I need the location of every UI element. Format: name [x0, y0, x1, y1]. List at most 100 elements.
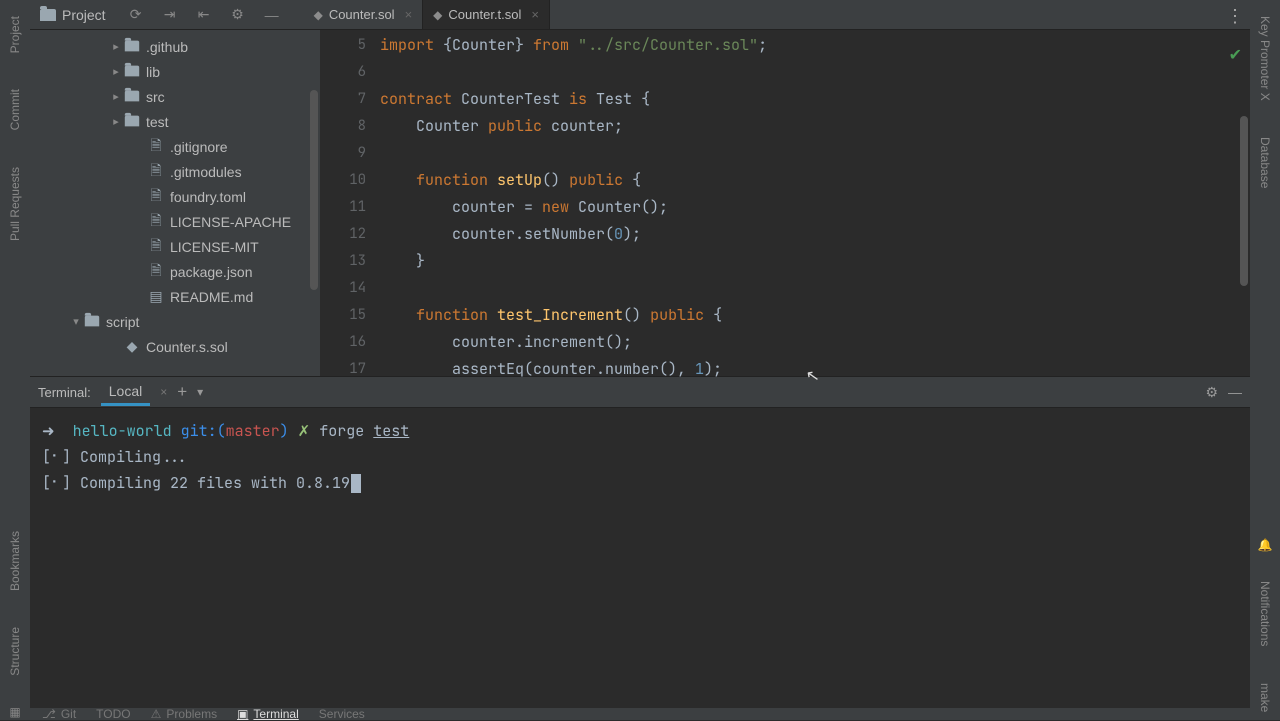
bottom-todo[interactable]: TODO — [96, 707, 130, 721]
code-line[interactable]: import {Counter} from "../src/Counter.so… — [380, 32, 1250, 59]
folder-icon — [124, 114, 140, 130]
code-line[interactable]: counter = new Counter(); — [380, 194, 1250, 221]
close-icon[interactable]: × — [405, 7, 413, 22]
code-line[interactable] — [380, 275, 1250, 302]
gear-icon[interactable]: ⚙ — [1205, 384, 1218, 401]
rail-make[interactable]: make — [1258, 675, 1272, 720]
rail-project[interactable]: Project — [8, 8, 22, 61]
rail-notifications[interactable]: Notifications — [1258, 573, 1272, 654]
tree-item[interactable]: ▤README.md — [30, 284, 320, 309]
code-line[interactable] — [380, 59, 1250, 86]
tree-item-label: README.md — [170, 289, 253, 305]
code-line[interactable]: counter.increment(); — [380, 329, 1250, 356]
tree-item[interactable]: 🗎LICENSE-MIT — [30, 234, 320, 259]
line-number: 6 — [320, 59, 366, 86]
folder-icon — [84, 314, 100, 330]
tree-item[interactable]: 🗎.gitignore — [30, 134, 320, 159]
bottom-git[interactable]: ⎇Git — [42, 707, 76, 721]
terminal-line: [⠂] Compiling... — [42, 447, 188, 467]
line-number: 8 — [320, 113, 366, 140]
chevron-icon[interactable]: ▸ — [110, 65, 122, 78]
collapse-icon[interactable]: ⇤ — [194, 5, 214, 25]
rail-structure[interactable]: Structure — [8, 619, 22, 684]
notifications-icon[interactable]: 🔔 — [1257, 537, 1273, 553]
editor-scrollbar-thumb[interactable] — [1240, 116, 1248, 286]
chevron-icon[interactable]: ▸ — [110, 115, 122, 128]
code-line[interactable]: function test_Increment() public { — [380, 302, 1250, 329]
tree-item[interactable]: ▸ .github — [30, 34, 320, 59]
right-tool-rail: Key Promoter X Database 🔔 Notifications … — [1250, 0, 1280, 720]
tab-counter-sol[interactable]: ◆ Counter.sol × — [304, 0, 424, 29]
rail-commit[interactable]: Commit — [8, 81, 22, 138]
sync-icon[interactable]: ⟳ — [126, 5, 146, 25]
minimize-icon[interactable]: — — [1228, 384, 1242, 400]
tree-item[interactable]: ▸lib — [30, 59, 320, 84]
code-line[interactable]: Counter public counter; — [380, 113, 1250, 140]
code-area[interactable]: ✔ import {Counter} from "../src/Counter.… — [380, 30, 1250, 376]
chevron-icon[interactable]: ▾ — [70, 315, 82, 328]
file-icon: 🗎 — [148, 210, 164, 234]
bottom-terminal[interactable]: ▣Terminal — [237, 707, 299, 721]
tree-item[interactable]: 🗎 foundry.toml — [30, 184, 320, 209]
line-number: 12 — [320, 221, 366, 248]
line-number: 14 — [320, 275, 366, 302]
project-label: Project — [62, 7, 106, 23]
rail-key-promoter[interactable]: Key Promoter X — [1258, 8, 1272, 109]
line-number: 13 — [320, 248, 366, 275]
scrollbar-thumb[interactable] — [310, 90, 318, 290]
tree-item-label: .gitmodules — [170, 164, 242, 180]
code-line[interactable]: contract CounterTest is Test { — [380, 86, 1250, 113]
close-icon[interactable]: × — [531, 7, 539, 22]
settings-icon[interactable]: ⚙ — [228, 5, 248, 25]
code-line[interactable]: assertEq(counter.number(), 1); — [380, 356, 1250, 383]
rail-pull-requests[interactable]: Pull Requests — [8, 159, 22, 249]
tree-item-label: src — [146, 89, 165, 105]
project-selector[interactable]: Project — [30, 7, 116, 23]
bottom-services[interactable]: Services — [319, 707, 365, 721]
code-line[interactable]: counter.setNumber(0); — [380, 221, 1250, 248]
new-terminal-icon[interactable]: + — [177, 382, 187, 402]
terminal-command: forge — [319, 421, 373, 441]
analysis-ok-icon[interactable]: ✔ — [1229, 44, 1242, 65]
terminal-tab-local[interactable]: Local — [101, 379, 150, 406]
tree-item-label: .github — [146, 39, 188, 55]
chevron-icon[interactable]: ▸ — [110, 90, 122, 103]
tree-item-label: package.json — [170, 264, 253, 280]
tree-item-label: foundry.toml — [170, 189, 246, 205]
tree-item[interactable]: ▸test — [30, 109, 320, 134]
folder-icon — [124, 39, 140, 55]
tab-counter-t-sol[interactable]: ◆ Counter.t.sol × — [423, 0, 550, 29]
terminal[interactable]: ➜ hello-world git:(master) ✗ forge test … — [30, 408, 1250, 720]
close-icon[interactable]: × — [160, 385, 167, 399]
code-editor[interactable]: 567891011121314151617 ✔ import {Counter}… — [320, 30, 1250, 376]
tree-item[interactable]: 🗎package.json — [30, 259, 320, 284]
tree-item[interactable]: 🗎.gitmodules — [30, 159, 320, 184]
kebab-menu-icon[interactable]: ⋮ — [1226, 6, 1244, 27]
tree-item[interactable]: ▸ src — [30, 84, 320, 109]
line-number: 11 — [320, 194, 366, 221]
prompt-branch: master — [226, 421, 280, 441]
tree-item[interactable]: ▾script — [30, 309, 320, 334]
rail-database[interactable]: Database — [1258, 129, 1272, 196]
code-line[interactable]: } — [380, 248, 1250, 275]
bottom-tool-bar: ⎇Git TODO ⚠Problems ▣Terminal Services — [30, 708, 1250, 720]
chevron-down-icon[interactable]: ▾ — [197, 385, 203, 399]
expand-icon[interactable]: ⇥ — [160, 5, 180, 25]
hide-icon[interactable]: — — [262, 5, 282, 25]
line-number: 16 — [320, 329, 366, 356]
chevron-icon[interactable]: ▸ — [110, 40, 122, 53]
line-number: 7 — [320, 86, 366, 113]
tab-label: Counter.sol — [329, 7, 395, 22]
file-icon: 🗎 — [148, 185, 164, 209]
rail-build-icon[interactable]: ▦ — [7, 704, 23, 720]
tree-item[interactable]: 🗎LICENSE-APACHE — [30, 209, 320, 234]
rail-bookmarks[interactable]: Bookmarks — [8, 523, 22, 599]
file-icon: 🗎 — [148, 135, 164, 159]
tree-item[interactable]: ◆Counter.s.sol — [30, 334, 320, 359]
code-line[interactable] — [380, 140, 1250, 167]
bottom-problems[interactable]: ⚠Problems — [151, 707, 217, 721]
line-number: 5 — [320, 32, 366, 59]
code-line[interactable]: function setUp() public { — [380, 167, 1250, 194]
project-tree[interactable]: ▸.github▸lib▸src▸test🗎.gitignore🗎.gitmod… — [30, 30, 320, 376]
tree-item-label: LICENSE-MIT — [170, 239, 259, 255]
